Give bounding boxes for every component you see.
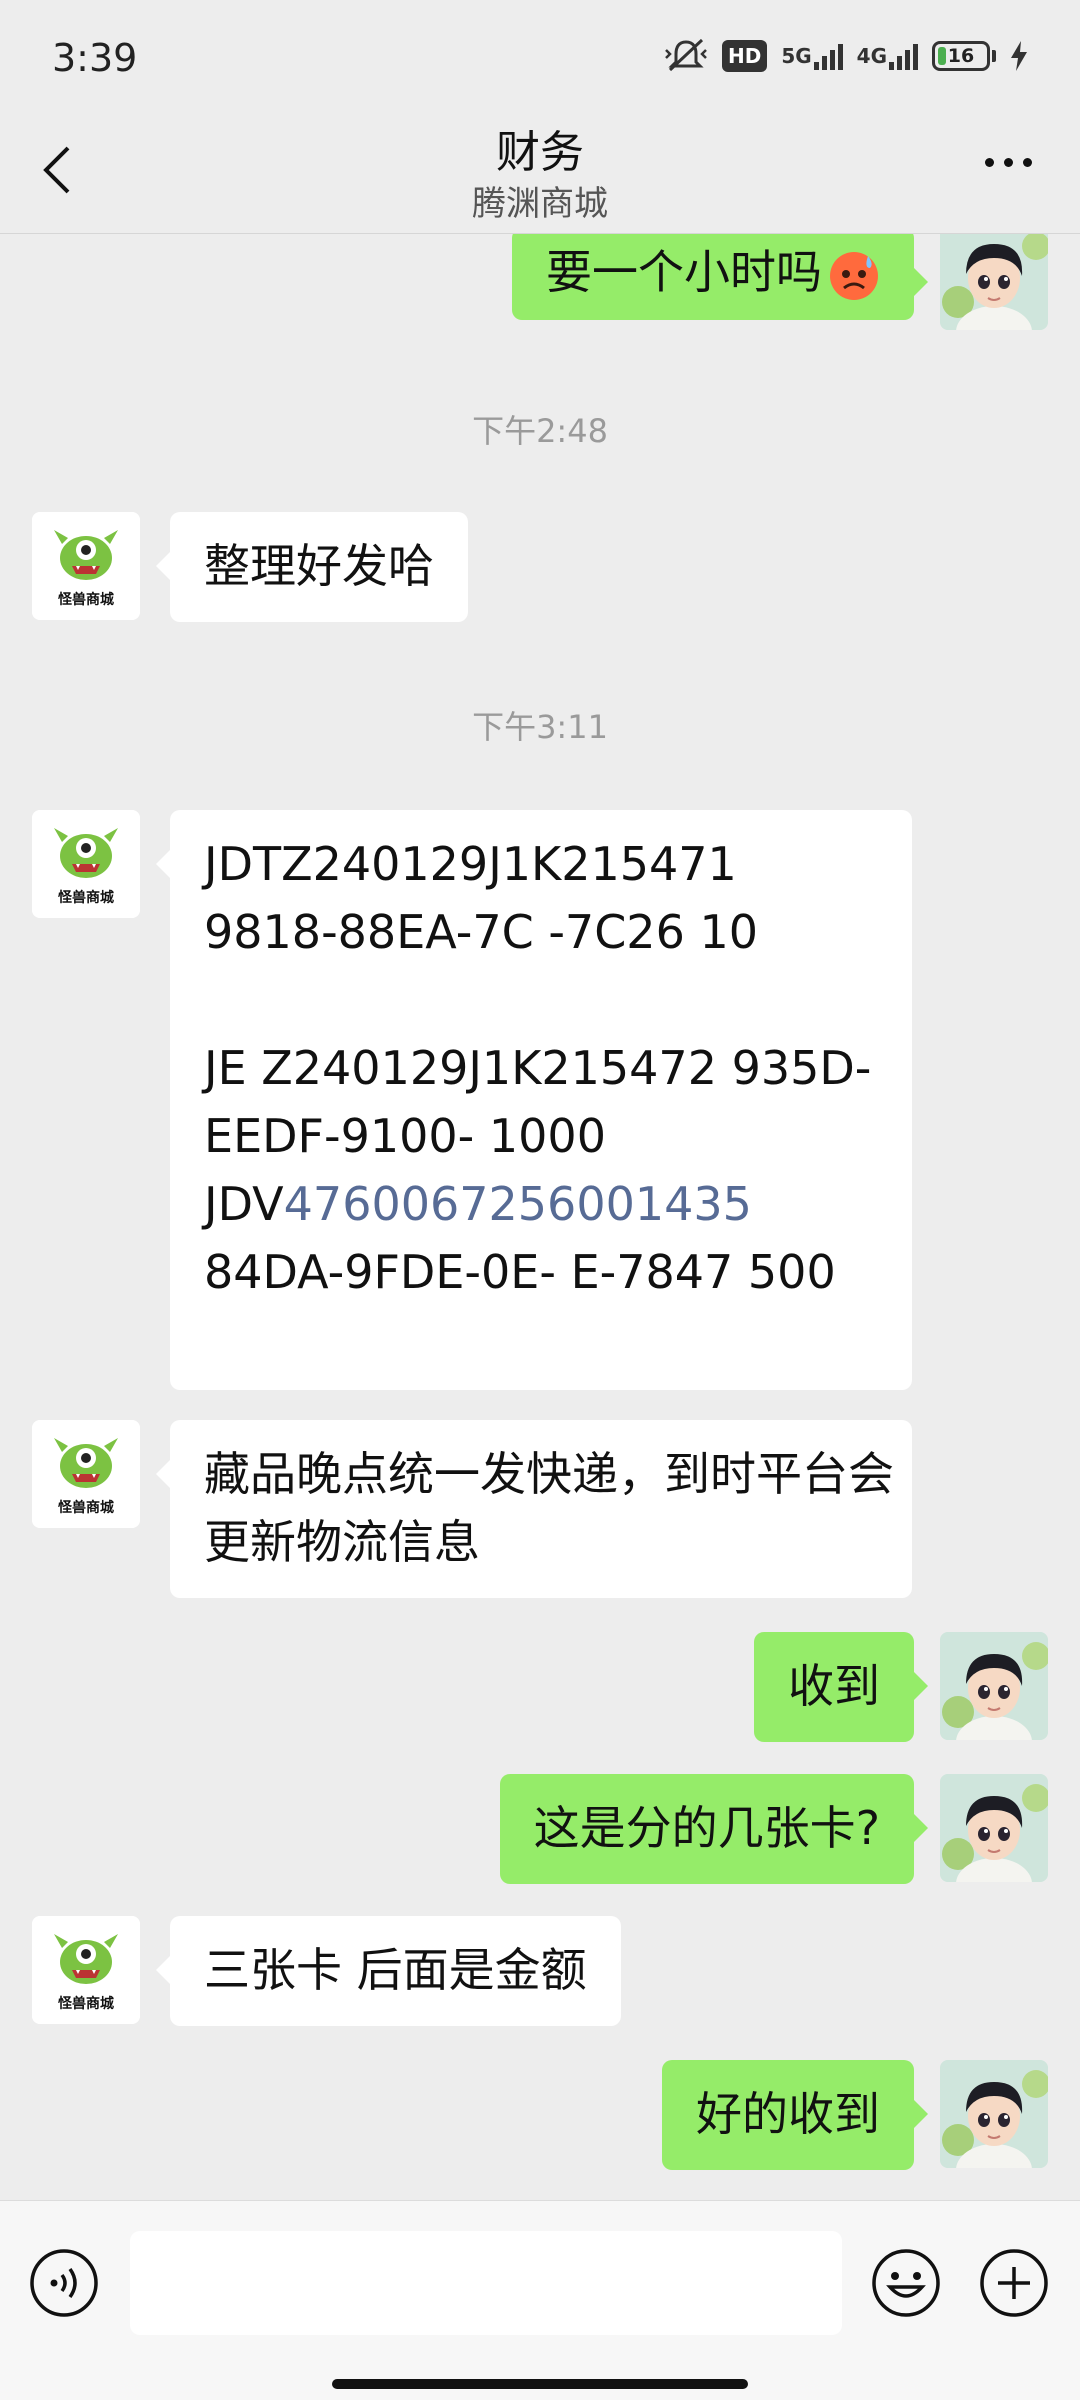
message-line: JDV4760067256001435: [204, 1170, 878, 1238]
message-line: 更新物流信息: [204, 1515, 480, 1569]
avatar-self[interactable]: [940, 2060, 1048, 2168]
avatar-shop-label: 怪兽商城: [58, 1995, 114, 2012]
boy-avatar-icon: [940, 1774, 1048, 1882]
monster-avatar-icon: 怪兽商城: [32, 1420, 140, 1528]
message-list[interactable]: 要一个小时吗 下午2:48 怪兽商城 整理好发哈 下午3:11 怪兽商城 JDT…: [0, 234, 1080, 2200]
avatar-shop[interactable]: 怪兽商城: [32, 810, 140, 918]
timestamp: 下午2:48: [472, 412, 608, 450]
more-dots-icon: [985, 158, 994, 167]
input-bar: [0, 2200, 1080, 2400]
message-text: 三张卡 后面是金额: [204, 1943, 587, 1997]
signal-5g-icon: 5G: [781, 42, 843, 70]
boy-avatar-icon: [940, 234, 1048, 330]
message-bubble[interactable]: 好的收到: [662, 2060, 928, 2170]
avatar-self[interactable]: [940, 234, 1048, 330]
message-bubble[interactable]: 要一个小时吗: [512, 234, 928, 320]
battery-icon: 16: [932, 41, 996, 71]
message-bubble[interactable]: 这是分的几张卡?: [499, 1774, 929, 1884]
battery-level: 16: [947, 45, 975, 67]
timestamp: 下午3:11: [472, 708, 608, 746]
message-text: JDV: [204, 1177, 284, 1231]
hd-voice-badge: HD: [721, 40, 768, 72]
status-icons: HD 5G 4G 16: [664, 38, 1028, 74]
message-text: 好的收到: [696, 2087, 880, 2141]
message-text: 整理好发哈: [204, 539, 434, 593]
message-line: JDTZ240129J1K215471: [204, 837, 737, 891]
boy-avatar-icon: [940, 2060, 1048, 2168]
message-bubble[interactable]: 整理好发哈: [156, 512, 468, 622]
message-text: 这是分的几张卡?: [533, 1801, 880, 1855]
net-5g-label: 5G: [781, 44, 812, 68]
chat-title: 财务: [496, 127, 584, 178]
charging-bolt-icon: [1010, 41, 1028, 71]
avatar-shop-label: 怪兽商城: [58, 889, 114, 906]
message-line: EEDF-9100- 1000: [204, 1109, 606, 1163]
message-line: JE Z240129J1K215472 935D-: [204, 1041, 872, 1095]
message-text: 收到: [788, 1659, 880, 1713]
message-input[interactable]: [130, 2231, 842, 2335]
message-line: 藏品晚点统一发快递，到时平台会: [204, 1447, 894, 1501]
sweat-angry-emoji: [830, 251, 878, 300]
more-button[interactable]: [985, 158, 1032, 167]
plus-icon: [980, 2249, 1048, 2317]
signal-4g-icon: 4G: [857, 42, 918, 70]
net-4g-label: 4G: [856, 44, 887, 68]
chat-subtitle: 腾渊商城: [472, 184, 608, 224]
boy-avatar-icon: [940, 1632, 1048, 1740]
voice-icon: [30, 2249, 98, 2317]
plus-button[interactable]: [978, 2247, 1050, 2319]
avatar-shop-label: 怪兽商城: [58, 1499, 114, 1516]
chat-screen: 3:39 HD 5G 4G 16 财务 腾渊商城 要一个小时吗 下午2:48 怪…: [0, 0, 1080, 2400]
mute-vibrate-icon: [664, 38, 708, 74]
avatar-shop-label: 怪兽商城: [58, 591, 114, 608]
avatar-self[interactable]: [940, 1774, 1048, 1882]
avatar-self[interactable]: [940, 1632, 1048, 1740]
message-bubble[interactable]: 藏品晚点统一发快递，到时平台会 更新物流信息: [156, 1420, 912, 1598]
avatar-shop[interactable]: 怪兽商城: [32, 1420, 140, 1528]
monster-avatar-icon: 怪兽商城: [32, 810, 140, 918]
message-text: 要一个小时吗: [546, 245, 822, 299]
monster-avatar-icon: 怪兽商城: [32, 512, 140, 620]
chat-header: 财务 腾渊商城: [0, 100, 1080, 234]
smile-icon: [872, 2249, 940, 2317]
home-indicator[interactable]: [332, 2379, 748, 2389]
message-bubble[interactable]: JDTZ240129J1K215471 9818-88EA-7C -7C26 1…: [156, 810, 912, 1390]
message-line: [204, 966, 878, 1034]
phone-number-link[interactable]: 4760067256001435: [284, 1177, 752, 1231]
status-time: 3:39: [52, 36, 138, 80]
avatar-shop[interactable]: 怪兽商城: [32, 512, 140, 620]
monster-avatar-icon: 怪兽商城: [32, 1916, 140, 2024]
message-line: 9818-88EA-7C -7C26 10: [204, 905, 758, 959]
voice-button[interactable]: [28, 2247, 100, 2319]
emoji-button[interactable]: [870, 2247, 942, 2319]
avatar-shop[interactable]: 怪兽商城: [32, 1916, 140, 2024]
message-line: 84DA-9FDE-0E- E-7847 500: [204, 1245, 836, 1299]
message-bubble[interactable]: 收到: [754, 1632, 928, 1742]
message-bubble[interactable]: 三张卡 后面是金额: [156, 1916, 621, 2026]
